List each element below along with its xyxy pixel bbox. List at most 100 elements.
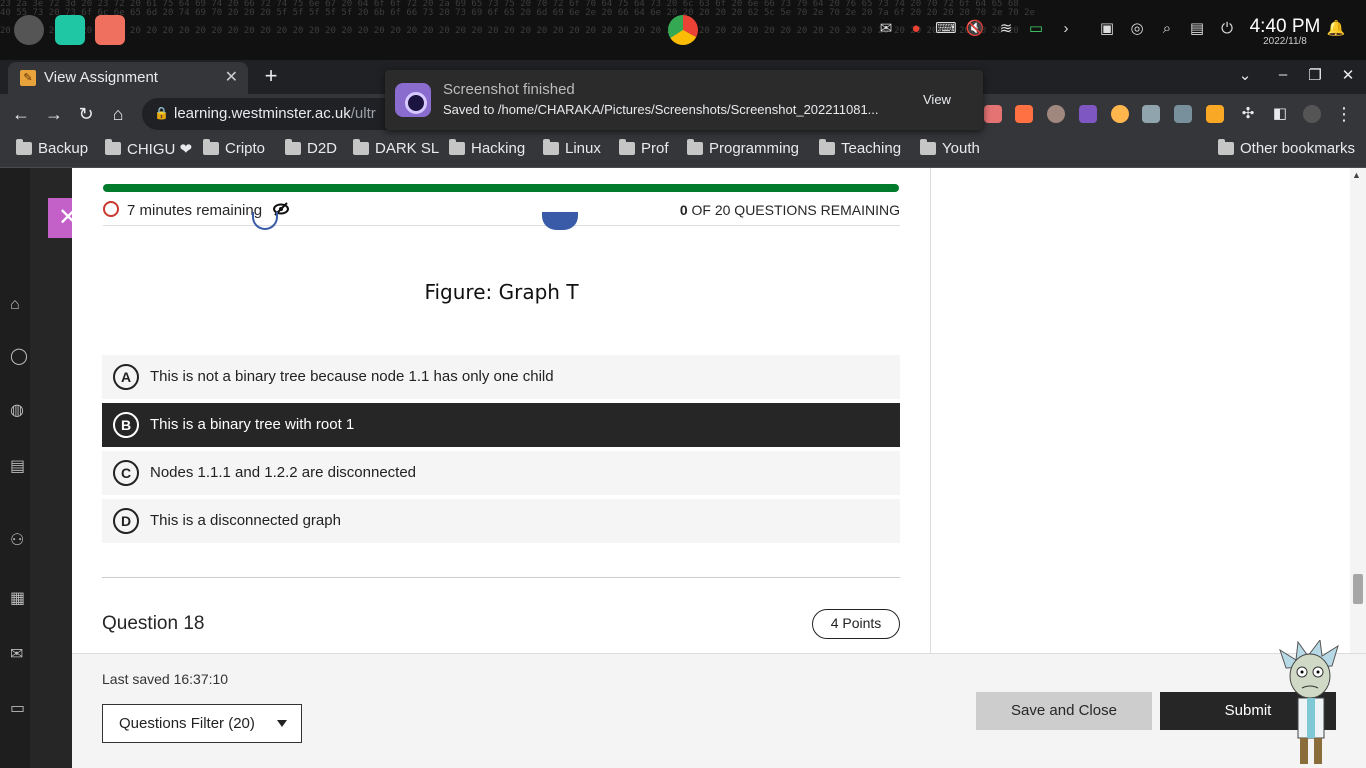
- bookmark-folder[interactable]: DARK SL: [353, 139, 439, 157]
- answer-option-a[interactable]: A This is not a binary tree because node…: [102, 355, 900, 399]
- bookmark-folder[interactable]: Cripto: [203, 139, 265, 157]
- extension-icon[interactable]: [1174, 105, 1192, 123]
- extension-icon[interactable]: [1079, 105, 1097, 123]
- points-badge: 4 Points: [812, 609, 900, 639]
- screenshot-notification[interactable]: Screenshot finished Saved to /home/CHARA…: [385, 70, 983, 130]
- files-app-icon[interactable]: [55, 15, 85, 45]
- tab-view-assignment[interactable]: ✎ View Assignment ✕: [8, 62, 248, 94]
- messages-icon[interactable]: ✉: [10, 644, 23, 664]
- folder-icon: [16, 139, 32, 155]
- calendar-icon[interactable]: ▦: [10, 588, 25, 608]
- bookmark-folder[interactable]: Linux: [543, 139, 601, 157]
- folder-icon: [543, 139, 559, 155]
- wifi-icon[interactable]: ≋: [995, 18, 1017, 40]
- screenshot-icon[interactable]: ▣: [1096, 18, 1118, 40]
- courses-icon[interactable]: ▤: [10, 456, 25, 476]
- menu-kebab-icon[interactable]: ⋮: [1331, 101, 1357, 127]
- close-window-icon[interactable]: ✕: [1336, 66, 1360, 84]
- power-icon[interactable]: ⏻: [1216, 18, 1238, 40]
- scrollbar-thumb[interactable]: [1353, 574, 1363, 604]
- url-path: /ultr: [350, 105, 376, 122]
- bookmark-folder[interactable]: Backup: [16, 139, 88, 157]
- apps-grid-icon[interactable]: [95, 15, 125, 45]
- questions-filter-dropdown[interactable]: Questions Filter (20): [102, 704, 302, 743]
- questions-remaining: 0 OF 20 QUESTIONS REMAINING: [560, 202, 900, 218]
- extension-icon[interactable]: [1047, 105, 1065, 123]
- institution-icon[interactable]: ⌂: [10, 296, 20, 314]
- notification-title: Screenshot finished: [443, 81, 575, 98]
- header-divider: [103, 225, 900, 226]
- bookmark-folder[interactable]: Prof: [619, 139, 669, 157]
- extension-icon[interactable]: [1015, 105, 1033, 123]
- bookmark-folder[interactable]: CHIGU ❤: [105, 139, 192, 158]
- chrome-taskbar-icon[interactable]: [668, 15, 698, 45]
- notification-view-button[interactable]: View: [923, 92, 951, 107]
- battery-icon[interactable]: ▭: [1025, 18, 1047, 40]
- puzzle-icon[interactable]: ✣: [1235, 101, 1261, 127]
- timer: 7 minutes remaining: [103, 201, 262, 219]
- folder-icon: [819, 139, 835, 155]
- extension-icon[interactable]: [984, 105, 1002, 123]
- folder-icon: [1218, 139, 1234, 155]
- forward-icon[interactable]: →: [41, 101, 67, 127]
- profile-icon[interactable]: ◯: [10, 346, 28, 366]
- back-icon[interactable]: ←: [8, 101, 34, 127]
- timer-icon: [103, 201, 119, 217]
- notification-message: Saved to /home/CHARAKA/Pictures/Screensh…: [443, 102, 879, 117]
- extension-icon[interactable]: [1142, 105, 1160, 123]
- grades-icon[interactable]: ▭: [10, 698, 25, 718]
- expand-arrow-icon[interactable]: ›: [1055, 18, 1077, 40]
- bell-icon[interactable]: 🔔: [1325, 18, 1347, 40]
- minimize-icon[interactable]: –: [1271, 66, 1295, 83]
- side-panel-icon[interactable]: ◧: [1267, 101, 1293, 127]
- mute-icon[interactable]: 🔇: [964, 18, 986, 40]
- questions-filter-label: Questions Filter (20): [119, 715, 255, 732]
- os-top-bar: 23 2a 3e 72 3d 20 23 72 20 61 75 64 69 7…: [0, 0, 1366, 60]
- tab-search-icon[interactable]: ⌄: [1233, 66, 1257, 84]
- option-letter: C: [113, 460, 139, 486]
- profile-avatar[interactable]: [1303, 105, 1321, 123]
- option-text: Nodes 1.1.1 and 1.2.2 are disconnected: [150, 464, 417, 481]
- keyboard-icon[interactable]: ⌨: [935, 18, 957, 40]
- save-and-close-button[interactable]: Save and Close: [976, 692, 1152, 730]
- lms-sidebar: ⌂ ◯ ◍ ▤ ⚇ ▦ ✉ ▭: [0, 168, 30, 768]
- bookmark-folder[interactable]: Youth: [920, 139, 980, 157]
- bookmark-folder[interactable]: Hacking: [449, 139, 525, 157]
- folder-icon: [105, 139, 121, 155]
- bookmark-folder[interactable]: Teaching: [819, 139, 901, 157]
- globe-icon[interactable]: ◍: [10, 400, 24, 420]
- maximize-icon[interactable]: ❐: [1303, 66, 1327, 84]
- question-divider: [102, 577, 900, 578]
- column-divider: [930, 168, 931, 653]
- cartoon-character-sticker: [1278, 638, 1344, 768]
- answer-option-c[interactable]: C Nodes 1.1.1 and 1.2.2 are disconnected: [102, 451, 900, 495]
- mail-icon[interactable]: ✉: [875, 18, 897, 40]
- option-letter: D: [113, 508, 139, 534]
- bookmark-folder[interactable]: D2D: [285, 139, 337, 157]
- progress-bar: [103, 184, 899, 192]
- launcher-icon[interactable]: [14, 15, 44, 45]
- close-tab-icon[interactable]: ✕: [225, 67, 238, 87]
- extension-icon[interactable]: [1206, 105, 1224, 123]
- url-host: learning.westminster.ac.uk: [174, 105, 351, 122]
- folder-icon: [687, 139, 703, 155]
- folder-icon: [449, 139, 465, 155]
- reload-icon[interactable]: ↻: [73, 101, 99, 127]
- activity-icon[interactable]: ◎: [1126, 18, 1148, 40]
- figure-caption: Figure: Graph T: [424, 280, 579, 304]
- groups-icon[interactable]: ⚇: [10, 530, 24, 550]
- home-icon[interactable]: ⌂: [105, 101, 131, 127]
- option-text: This is not a binary tree because node 1…: [150, 368, 554, 385]
- search-icon[interactable]: ⌕: [1156, 18, 1178, 40]
- scroll-up-arrow[interactable]: ▲: [1352, 170, 1361, 180]
- answer-option-d[interactable]: D This is a disconnected graph: [102, 499, 900, 543]
- answer-option-b[interactable]: B This is a binary tree with root 1: [102, 403, 900, 447]
- extension-icon[interactable]: [1111, 105, 1129, 123]
- chrome-tray-icon[interactable]: ●: [905, 18, 927, 40]
- new-tab-button[interactable]: +: [258, 63, 284, 89]
- timer-text: 7 minutes remaining: [127, 202, 263, 219]
- keyboard-layout-icon[interactable]: ▤: [1186, 18, 1208, 40]
- bookmark-folder[interactable]: Programming: [687, 139, 799, 157]
- other-bookmarks[interactable]: Other bookmarks: [1218, 139, 1355, 157]
- clock-time[interactable]: 4:40 PM: [1246, 16, 1324, 38]
